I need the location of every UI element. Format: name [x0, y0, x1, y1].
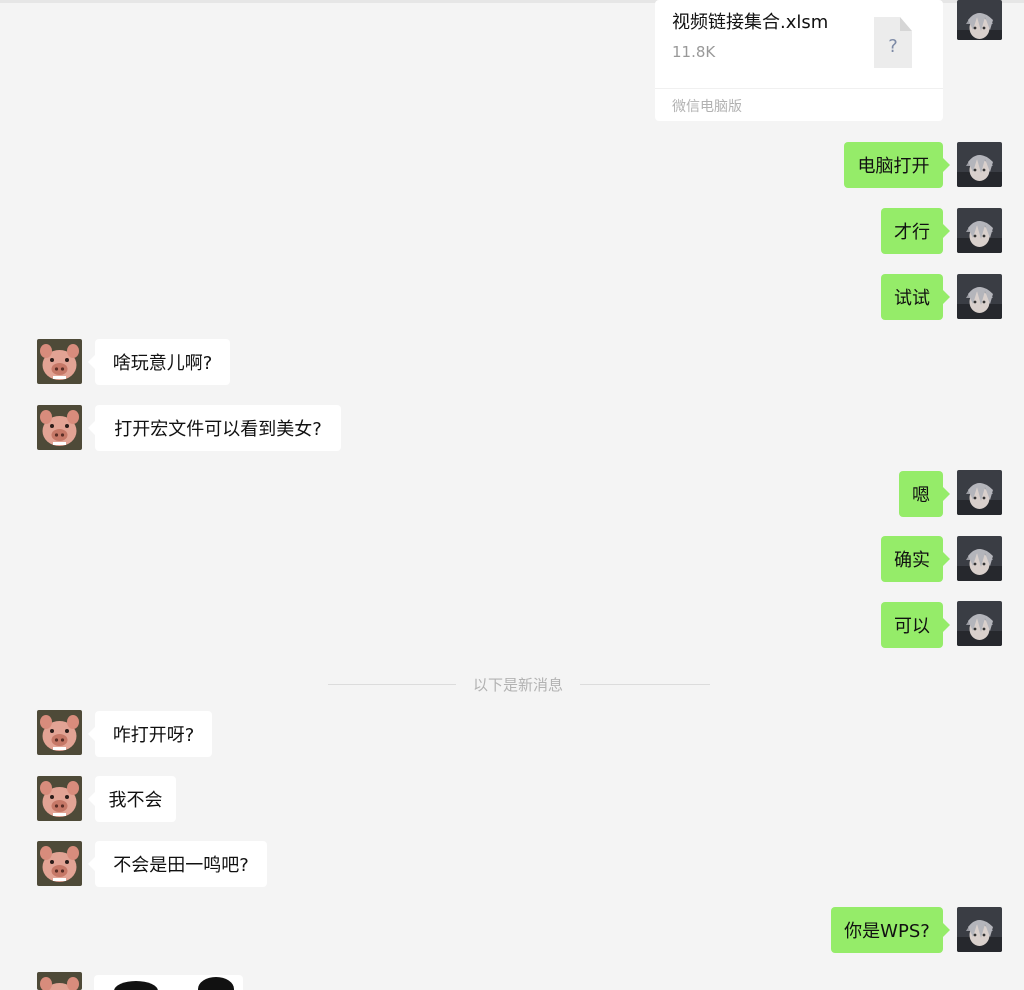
divider-line-left — [328, 684, 456, 685]
my-avatar[interactable] — [957, 601, 1002, 646]
panda-sticker-icon — [114, 977, 234, 990]
outgoing-message-bubble[interactable]: 电脑打开 — [844, 142, 950, 188]
message-text: 确实 — [894, 550, 930, 571]
my-avatar[interactable] — [957, 907, 1002, 952]
incoming-message-bubble[interactable]: 不会是田一鸣吧? — [88, 841, 267, 887]
pig-avatar-icon — [37, 405, 82, 450]
divider-line-right — [580, 684, 710, 685]
outgoing-message-bubble[interactable]: 可以 — [881, 602, 950, 648]
my-avatar[interactable] — [957, 208, 1002, 253]
anime-avatar-icon — [957, 907, 1002, 952]
message-text: 啥玩意儿啊? — [112, 353, 213, 374]
contact-avatar[interactable] — [37, 710, 82, 755]
message-text: 试试 — [894, 288, 930, 309]
incoming-message-bubble[interactable]: 啥玩意儿啊? — [88, 339, 230, 385]
my-avatar[interactable] — [957, 274, 1002, 319]
file-message-card[interactable]: 视频链接集合.xlsm 11.8K ? 微信电脑版 — [655, 0, 943, 121]
anime-avatar-icon — [957, 536, 1002, 581]
message-text: 不会是田一鸣吧? — [113, 855, 249, 876]
sticker-message[interactable] — [94, 975, 243, 990]
pig-avatar-icon — [37, 972, 82, 990]
outgoing-message-bubble[interactable]: 你是WPS? — [831, 907, 950, 953]
pig-avatar-icon — [37, 776, 82, 821]
my-avatar[interactable] — [957, 142, 1002, 187]
incoming-message-bubble[interactable]: 咋打开呀? — [88, 711, 212, 757]
contact-avatar[interactable] — [37, 339, 82, 384]
contact-avatar[interactable] — [37, 405, 82, 450]
new-messages-divider: 以下是新消息 — [472, 676, 563, 694]
file-icon-fold — [900, 17, 912, 31]
pig-avatar-icon — [37, 339, 82, 384]
message-text: 我不会 — [108, 790, 163, 811]
contact-avatar[interactable] — [37, 841, 82, 886]
pig-avatar-icon — [37, 841, 82, 886]
contact-avatar[interactable] — [37, 972, 82, 990]
message-text: 电脑打开 — [857, 156, 930, 177]
outgoing-message-bubble[interactable]: 才行 — [881, 208, 950, 254]
message-text: 嗯 — [912, 485, 930, 506]
message-text: 打开宏文件可以看到美女? — [114, 419, 322, 440]
file-card-divider — [655, 88, 943, 89]
file-icon-question-mark: ? — [888, 36, 898, 57]
anime-avatar-icon — [957, 470, 1002, 515]
incoming-message-bubble[interactable]: 我不会 — [88, 776, 176, 822]
message-text: 可以 — [894, 616, 930, 637]
anime-avatar-icon — [957, 208, 1002, 253]
message-text: 咋打开呀? — [112, 725, 195, 746]
anime-avatar-icon — [957, 601, 1002, 646]
pig-avatar-icon — [37, 710, 82, 755]
incoming-message-bubble[interactable]: 打开宏文件可以看到美女? — [88, 405, 341, 451]
anime-avatar-icon — [957, 0, 1002, 40]
outgoing-message-bubble[interactable]: 嗯 — [899, 471, 950, 517]
message-text: 你是WPS? — [844, 921, 930, 942]
anime-avatar-icon — [957, 274, 1002, 319]
my-avatar[interactable] — [957, 470, 1002, 515]
file-size: 11.8K — [672, 43, 716, 61]
outgoing-message-bubble[interactable]: 试试 — [881, 274, 950, 320]
file-source-label: 微信电脑版 — [672, 99, 742, 115]
my-avatar[interactable] — [957, 0, 1002, 40]
contact-avatar[interactable] — [37, 776, 82, 821]
my-avatar[interactable] — [957, 536, 1002, 581]
outgoing-message-bubble[interactable]: 确实 — [881, 536, 950, 582]
anime-avatar-icon — [957, 142, 1002, 187]
message-text: 才行 — [894, 222, 930, 243]
file-name: 视频链接集合.xlsm — [672, 12, 829, 33]
